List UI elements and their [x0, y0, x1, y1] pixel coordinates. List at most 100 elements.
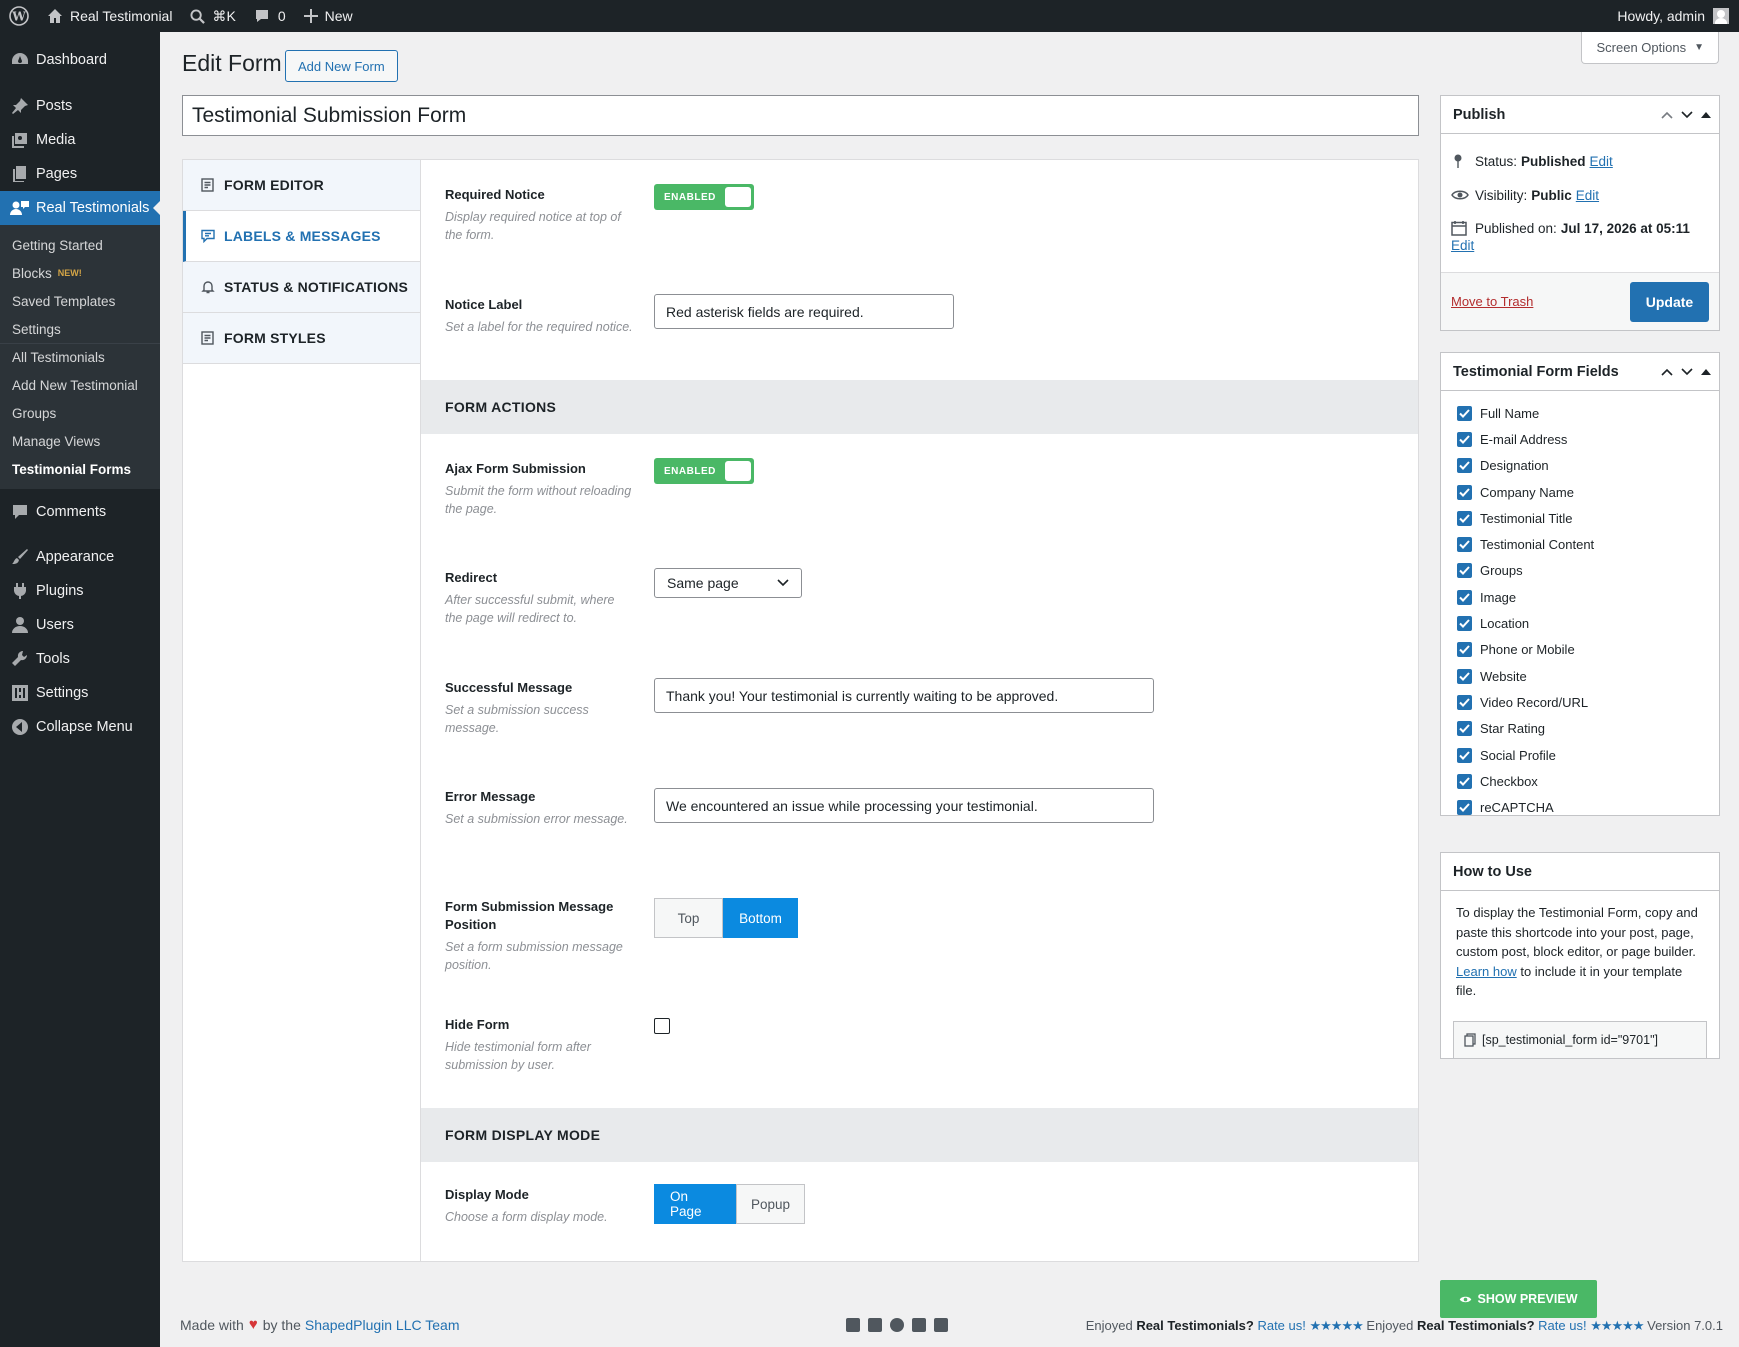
hide-form-checkbox[interactable]: [654, 1018, 670, 1034]
tab-form-styles[interactable]: FORM STYLES: [183, 313, 420, 364]
checkbox-checked-icon[interactable]: [1457, 642, 1472, 658]
youtube-icon[interactable]: [934, 1318, 948, 1332]
form-field-item[interactable]: Designation: [1441, 453, 1719, 479]
wordpress-logo-icon[interactable]: W: [0, 0, 38, 32]
menu-comments[interactable]: Comments: [0, 495, 160, 529]
notice-label-input[interactable]: Red asterisk fields are required.: [654, 294, 954, 329]
show-preview-button[interactable]: SHOW PREVIEW: [1440, 1280, 1597, 1318]
submenu-groups[interactable]: Groups: [0, 399, 160, 427]
checkbox-checked-icon[interactable]: [1457, 510, 1472, 526]
checkbox-checked-icon[interactable]: [1457, 721, 1472, 737]
wordpress-icon[interactable]: [890, 1318, 904, 1332]
chevron-up-icon[interactable]: [1661, 111, 1673, 119]
menu-dashboard[interactable]: Dashboard: [0, 43, 160, 77]
checkbox-checked-icon[interactable]: [1457, 616, 1472, 632]
toggle-panel-icon[interactable]: [1701, 111, 1711, 119]
position-top-option[interactable]: Top: [654, 898, 723, 938]
submenu-getting-started[interactable]: Getting Started: [0, 231, 160, 259]
error-message-input[interactable]: We encountered an issue while processing…: [654, 788, 1154, 823]
menu-users[interactable]: Users: [0, 608, 160, 642]
checkbox-checked-icon[interactable]: [1457, 800, 1472, 816]
chevron-down-icon[interactable]: [1681, 110, 1693, 119]
submenu-all-testimonials[interactable]: All Testimonials: [0, 343, 160, 371]
form-field-item[interactable]: Phone or Mobile: [1441, 637, 1719, 663]
checkbox-checked-icon[interactable]: [1457, 589, 1472, 605]
checkbox-checked-icon[interactable]: [1457, 537, 1472, 553]
menu-posts[interactable]: Posts: [0, 89, 160, 123]
checkbox-checked-icon[interactable]: [1457, 431, 1472, 447]
redirect-select[interactable]: Same page: [654, 568, 802, 598]
form-field-item[interactable]: Testimonial Title: [1441, 505, 1719, 531]
menu-media[interactable]: Media: [0, 123, 160, 157]
comments-link[interactable]: 0: [245, 0, 295, 32]
site-name-link[interactable]: Real Testimonial: [38, 0, 181, 32]
facebook-icon[interactable]: [912, 1318, 926, 1332]
chevron-down-icon[interactable]: [1681, 367, 1693, 376]
checkbox-checked-icon[interactable]: [1457, 458, 1472, 474]
menu-appearance[interactable]: Appearance: [0, 540, 160, 574]
linkedin-icon[interactable]: [846, 1318, 860, 1332]
tab-status-notifications[interactable]: STATUS & NOTIFICATIONS: [183, 262, 420, 313]
form-field-item[interactable]: Social Profile: [1441, 742, 1719, 768]
update-button[interactable]: Update: [1630, 281, 1709, 322]
learn-how-link[interactable]: Learn how: [1456, 964, 1517, 979]
add-new-form-button[interactable]: Add New Form: [285, 50, 398, 82]
submenu-add-new-testimonial[interactable]: Add New Testimonial: [0, 371, 160, 399]
form-field-item[interactable]: Company Name: [1441, 479, 1719, 505]
checkbox-checked-icon[interactable]: [1457, 405, 1472, 421]
form-field-item[interactable]: Groups: [1441, 558, 1719, 584]
rate-us-link[interactable]: Rate us!: [1538, 1318, 1586, 1333]
edit-status-link[interactable]: Edit: [1590, 154, 1613, 169]
form-field-item[interactable]: Full Name: [1441, 400, 1719, 426]
form-field-item[interactable]: reCAPTCHA: [1441, 794, 1719, 820]
form-field-item[interactable]: Checkbox: [1441, 768, 1719, 794]
checkbox-checked-icon[interactable]: [1457, 563, 1472, 579]
required-notice-toggle[interactable]: ENABLED: [654, 184, 754, 210]
checkbox-checked-icon[interactable]: [1457, 484, 1472, 500]
move-to-trash-link[interactable]: Move to Trash: [1451, 294, 1533, 309]
form-field-item[interactable]: Image: [1441, 584, 1719, 610]
screen-options-button[interactable]: Screen Options ▼: [1581, 32, 1719, 64]
new-content-link[interactable]: New: [295, 0, 362, 32]
submenu-testimonial-forms[interactable]: Testimonial Forms: [0, 455, 160, 483]
submenu-blocks[interactable]: Blocks NEW!: [0, 259, 160, 287]
shapedplugin-link[interactable]: ShapedPlugin LLC Team: [305, 1317, 460, 1333]
submenu-saved-templates[interactable]: Saved Templates: [0, 287, 160, 315]
rate-us-link[interactable]: Rate us!: [1257, 1318, 1305, 1333]
tab-form-editor[interactable]: FORM EDITOR: [183, 160, 420, 211]
menu-tools[interactable]: Tools: [0, 642, 160, 676]
form-field-item[interactable]: E-mail Address: [1441, 426, 1719, 452]
checkbox-checked-icon[interactable]: [1457, 773, 1472, 789]
collapse-menu-button[interactable]: Collapse Menu: [0, 710, 160, 744]
field-hide-form: Hide Form Hide testimonial form after sub…: [421, 1002, 1418, 1108]
tab-labels-messages[interactable]: LABELS & MESSAGES: [183, 211, 420, 262]
checkbox-checked-icon[interactable]: [1457, 747, 1472, 763]
ajax-submission-toggle[interactable]: ENABLED: [654, 458, 754, 484]
submenu-manage-views[interactable]: Manage Views: [0, 427, 160, 455]
my-account[interactable]: Howdy, admin: [1617, 8, 1739, 24]
menu-settings[interactable]: Settings: [0, 676, 160, 710]
display-popup-option[interactable]: Popup: [736, 1184, 805, 1224]
display-on-page-option[interactable]: On Page: [654, 1184, 736, 1224]
success-message-input[interactable]: Thank you! Your testimonial is currently…: [654, 678, 1154, 713]
form-field-item[interactable]: Testimonial Content: [1441, 531, 1719, 557]
submenu-settings[interactable]: Settings: [0, 315, 160, 343]
toggle-panel-icon[interactable]: [1701, 368, 1711, 376]
edit-date-link[interactable]: Edit: [1451, 238, 1474, 253]
form-field-item[interactable]: Star Rating: [1441, 716, 1719, 742]
menu-real-testimonials[interactable]: Real Testimonials: [0, 191, 161, 225]
chevron-up-icon[interactable]: [1661, 368, 1673, 376]
position-bottom-option[interactable]: Bottom: [723, 898, 798, 938]
shortcode-copy-box[interactable]: [sp_testimonial_form id="9701"]: [1453, 1020, 1707, 1059]
checkbox-checked-icon[interactable]: [1457, 694, 1472, 710]
x-twitter-icon[interactable]: [868, 1318, 882, 1332]
menu-pages[interactable]: Pages: [0, 157, 160, 191]
edit-visibility-link[interactable]: Edit: [1576, 188, 1599, 203]
form-field-item[interactable]: Website: [1441, 663, 1719, 689]
form-field-item[interactable]: Video Record/URL: [1441, 689, 1719, 715]
checkbox-checked-icon[interactable]: [1457, 668, 1472, 684]
form-field-item[interactable]: Location: [1441, 610, 1719, 636]
search-command[interactable]: ⌘K: [181, 0, 244, 32]
menu-plugins[interactable]: Plugins: [0, 574, 160, 608]
form-title-input[interactable]: Testimonial Submission Form: [182, 95, 1419, 136]
